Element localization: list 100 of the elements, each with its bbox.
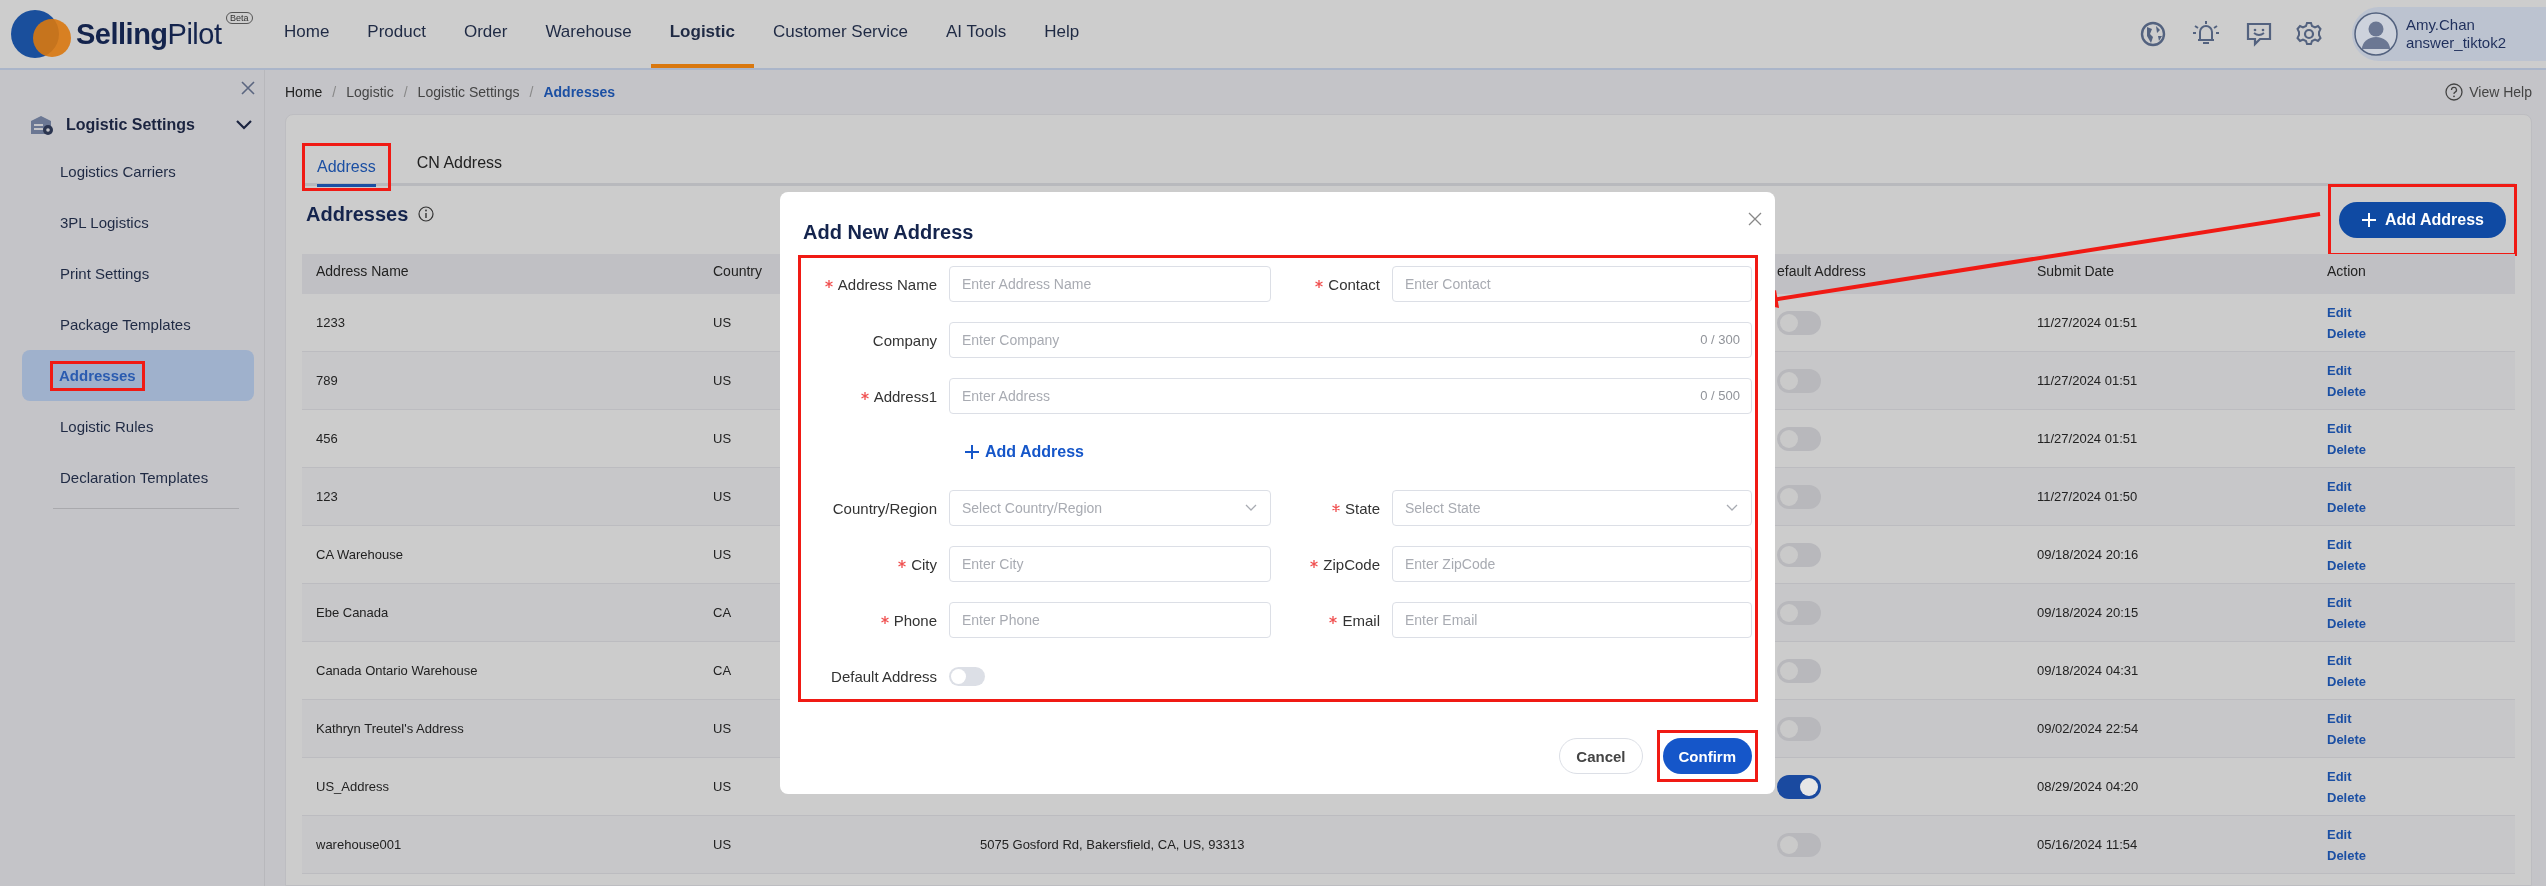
delete-link[interactable]: Delete bbox=[2327, 499, 2367, 515]
table-cell-text: US bbox=[712, 721, 732, 736]
close-icon[interactable] bbox=[1748, 212, 1762, 226]
input-field[interactable]: Enter Address Name bbox=[949, 266, 1271, 302]
breadcrumb-separator: / bbox=[529, 84, 534, 100]
input-field[interactable]: Enter ZipCode bbox=[1392, 546, 1752, 582]
close-icon[interactable] bbox=[240, 80, 256, 96]
delete-link[interactable]: Delete bbox=[2327, 383, 2367, 399]
input-field[interactable]: Enter Email bbox=[1392, 602, 1752, 638]
sidebar-item-label: Logistic Rules bbox=[60, 418, 154, 435]
field-label: Email bbox=[1342, 611, 1380, 629]
dialog-title: Add New Address bbox=[803, 221, 974, 244]
sidebar-item[interactable]: Package Templates bbox=[22, 299, 254, 350]
brand-name: SellingPilot bbox=[76, 17, 222, 51]
nav-link[interactable]: Home bbox=[265, 0, 349, 68]
column-header: Address Name bbox=[315, 263, 409, 279]
column-header: Country bbox=[712, 263, 763, 279]
table-cell: 11/27/2024 01:51 bbox=[2037, 431, 2138, 446]
nav-link[interactable]: Customer Service bbox=[753, 0, 927, 68]
sidebar-item[interactable]: 3PL Logistics bbox=[22, 197, 254, 248]
cancel-button[interactable]: Cancel bbox=[1559, 738, 1643, 774]
table-cell: 08/29/2024 04:20 bbox=[2037, 779, 2139, 794]
delete-link[interactable]: Delete bbox=[2327, 557, 2367, 573]
sidebar-item[interactable]: Addresses bbox=[22, 350, 254, 401]
table-cell: 11/27/2024 01:51 bbox=[2037, 373, 2138, 388]
table-cell-text: CA bbox=[712, 605, 732, 620]
default-address-toggle[interactable] bbox=[949, 666, 985, 686]
nav-link[interactable]: Order bbox=[444, 0, 527, 68]
field-label: ZipCode bbox=[1323, 555, 1380, 573]
tab[interactable]: Address bbox=[317, 152, 376, 187]
account-name: answer_tiktok2 bbox=[2405, 34, 2506, 52]
sidebar-item-label: 3PL Logistics bbox=[60, 214, 149, 231]
nav-link[interactable]: Logistic bbox=[650, 0, 754, 68]
sidebar-item[interactable]: Declaration Templates bbox=[22, 452, 254, 503]
delete-link[interactable]: Delete bbox=[2327, 789, 2367, 805]
view-help-link[interactable]: View Help bbox=[2445, 83, 2532, 101]
edit-link[interactable]: Edit bbox=[2327, 478, 2352, 494]
table-cell: 09/02/2024 22:54 bbox=[2037, 721, 2139, 736]
delete-link[interactable]: Delete bbox=[2327, 615, 2367, 631]
sidebar-group[interactable]: Logistic Settings bbox=[0, 104, 264, 146]
edit-link[interactable]: Edit bbox=[2327, 710, 2352, 726]
confirm-button[interactable]: Confirm bbox=[1662, 738, 1752, 774]
chat-icon[interactable] bbox=[2245, 21, 2272, 47]
edit-link[interactable]: Edit bbox=[2327, 652, 2352, 668]
table-cell-text: US bbox=[712, 315, 732, 330]
field-label: Default Address bbox=[831, 667, 937, 685]
globe-icon[interactable] bbox=[2139, 21, 2166, 47]
input-field[interactable]: Enter Contact bbox=[1392, 266, 1752, 302]
delete-link[interactable]: Delete bbox=[2327, 847, 2367, 863]
edit-link[interactable]: Edit bbox=[2327, 826, 2352, 842]
field-label: Company bbox=[872, 331, 937, 349]
table-cell: 09/18/2024 04:31 bbox=[2037, 663, 2139, 678]
sidebar-item[interactable]: Logistics Carriers bbox=[22, 146, 254, 197]
breadcrumb-separator: / bbox=[403, 84, 408, 100]
table-cell-text: 456 bbox=[315, 431, 338, 446]
sidebar-item[interactable]: Logistic Rules bbox=[22, 401, 254, 452]
breadcrumb-link[interactable]: Addresses bbox=[543, 84, 616, 100]
field-label: Address Name bbox=[837, 275, 937, 293]
edit-link[interactable]: Edit bbox=[2327, 768, 2352, 784]
breadcrumb-link[interactable]: Logistic Settings bbox=[417, 84, 520, 100]
settings-icon[interactable] bbox=[2295, 21, 2322, 47]
breadcrumb-link[interactable]: Home bbox=[285, 84, 323, 100]
edit-link[interactable]: Edit bbox=[2327, 420, 2352, 436]
add-address-link[interactable]: Add Address bbox=[949, 443, 1084, 461]
delete-link[interactable]: Delete bbox=[2327, 441, 2367, 457]
character-counter: 0 / 500 bbox=[1700, 388, 1740, 403]
info-icon[interactable] bbox=[418, 206, 435, 222]
nav-link[interactable]: AI Tools bbox=[927, 0, 1026, 68]
delete-link[interactable]: Delete bbox=[2327, 673, 2367, 689]
edit-link[interactable]: Edit bbox=[2327, 536, 2352, 552]
select-field[interactable]: Select State bbox=[1392, 490, 1752, 526]
edit-link[interactable]: Edit bbox=[2327, 304, 2352, 320]
input-field[interactable]: Enter City bbox=[949, 546, 1271, 582]
table-cell-text: US bbox=[712, 837, 732, 852]
add-address-button[interactable]: Add Address bbox=[2339, 202, 2506, 238]
nav-link[interactable]: Product bbox=[348, 0, 445, 68]
select-field[interactable]: Select Country/Region bbox=[949, 490, 1271, 526]
table-cell-text: Ebe Canada bbox=[315, 605, 389, 620]
table-cell-text: Kathryn Treutel's Address bbox=[315, 721, 464, 736]
default-toggle[interactable] bbox=[1777, 774, 1821, 799]
nav-link[interactable]: Help bbox=[1025, 0, 1099, 68]
delete-link[interactable]: Delete bbox=[2327, 731, 2367, 747]
nav-link[interactable]: Warehouse bbox=[526, 0, 651, 68]
tab[interactable]: CN Address bbox=[416, 148, 503, 183]
table-cell-text: 1233 bbox=[315, 315, 345, 330]
avatar-icon bbox=[2353, 12, 2398, 56]
table-cell: 5075 Gosford Rd, Bakersfield, CA, US, 93313 bbox=[980, 837, 1245, 852]
breadcrumb-link[interactable]: Logistic bbox=[346, 84, 394, 100]
sidebar-item[interactable]: Print Settings bbox=[22, 248, 254, 299]
user-menu[interactable]: Amy.Chan answer_tiktok2 bbox=[2351, 7, 2546, 61]
table-cell: 09/18/2024 20:15 bbox=[2037, 605, 2139, 620]
table-cell-text: US bbox=[712, 431, 732, 446]
chevron-down-icon bbox=[1726, 504, 1738, 512]
table-cell-text: US bbox=[712, 373, 732, 388]
input-field[interactable]: Enter Phone bbox=[949, 602, 1271, 638]
table-cell-text: US bbox=[712, 779, 732, 794]
edit-link[interactable]: Edit bbox=[2327, 594, 2352, 610]
field-label: State bbox=[1344, 499, 1380, 517]
edit-link[interactable]: Edit bbox=[2327, 362, 2352, 378]
delete-link[interactable]: Delete bbox=[2327, 325, 2367, 341]
